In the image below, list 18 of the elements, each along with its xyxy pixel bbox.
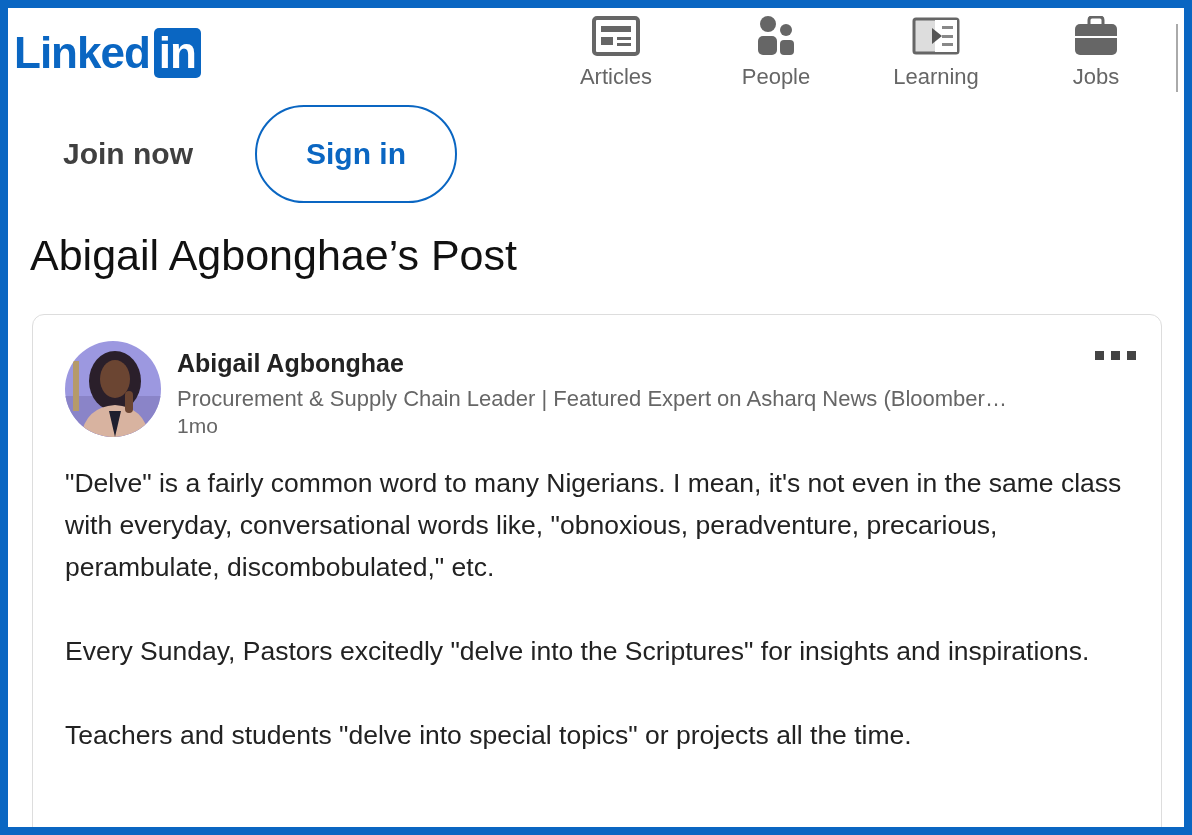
more-options-icon[interactable] [1095, 351, 1137, 361]
post-paragraph: Teachers and students "delve into special topics" or projects all the time. [65, 719, 913, 752]
nav-link[interactable]: Jobs [1016, 16, 1176, 90]
newspaper-icon [592, 16, 640, 56]
sign-in-button[interactable]: Sign in [255, 105, 457, 203]
nav-link[interactable]: Learning [856, 16, 1016, 90]
nav-link[interactable]: Articles [536, 16, 696, 90]
join-now-link[interactable]: Join now [63, 137, 193, 171]
video-icon [912, 16, 960, 56]
nav-link[interactable]: People [696, 16, 856, 90]
post-paragraph: "Delve" is a fairly common word to many Nigerians. I mean, it's not even in the same class with everyday, conversational words like, "obnoxious, peradventure, precarious, perambulate, discombobulated," etc. [65, 467, 1123, 584]
author-name[interactable]: Abigail Agbonghae [177, 349, 1085, 378]
logo[interactable]: Linked in [14, 28, 201, 78]
briefcase-icon [1072, 16, 1120, 56]
page-title: Abigail Agbonghae’s Post [30, 231, 518, 280]
author-headline: Procurement & Supply Chain Leader | Featured Expert on Asharq News (Bloomber… [177, 386, 1008, 412]
post-time: 1mo [177, 414, 219, 438]
post-paragraph: Every Sunday, Pastors excitedly "delve into the Scriptures" for insights and inspirations. [65, 635, 1091, 668]
